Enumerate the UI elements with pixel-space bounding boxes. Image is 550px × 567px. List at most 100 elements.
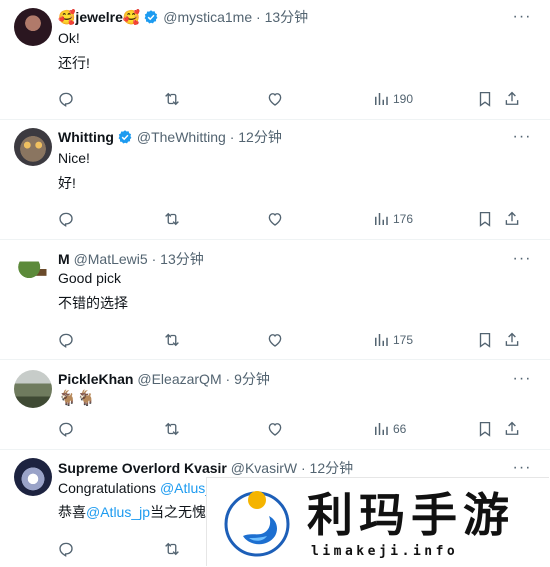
watermark-logo-icon: [224, 491, 290, 557]
bookmark-button[interactable]: [476, 209, 494, 229]
bookmark-button[interactable]: [476, 330, 494, 350]
tweet-text-line: Good pick: [58, 270, 122, 286]
display-name[interactable]: M: [58, 251, 70, 267]
tweet-text-line: Congratulations @Atlus_: [58, 479, 213, 497]
reply-button[interactable]: [57, 539, 75, 559]
handle[interactable]: @TheWhitting: [137, 129, 226, 145]
more-options-icon[interactable]: ···: [512, 129, 532, 150]
share-icon: [503, 331, 521, 349]
display-name[interactable]: Supreme Overlord Kvasir: [58, 460, 227, 476]
separator: ·: [229, 129, 235, 145]
tweet-text-line: 恭喜@Atlus_jp当之无愧: [58, 503, 206, 521]
share-button[interactable]: [503, 419, 521, 439]
tweet-actions: 190: [0, 89, 550, 109]
more-options-icon[interactable]: ···: [512, 251, 532, 272]
share-icon: [503, 210, 521, 228]
share-icon: [503, 90, 521, 108]
separator: ·: [151, 251, 157, 267]
watermark-banner: 利玛手游 limakeji.info: [207, 478, 550, 567]
bookmark-icon: [476, 90, 494, 108]
reply-button[interactable]: [57, 89, 75, 109]
like-button[interactable]: [266, 330, 284, 350]
avatar[interactable]: [14, 370, 52, 408]
handle[interactable]: @KvasirW: [231, 460, 297, 476]
tweet-text-line: 不错的选择: [58, 295, 128, 311]
like-icon: [266, 420, 284, 438]
handle[interactable]: @EleazarQM: [137, 371, 221, 387]
more-options-icon[interactable]: ···: [512, 371, 532, 392]
retweet-button[interactable]: [163, 539, 181, 559]
tweet-actions: 175: [0, 330, 550, 350]
separator: ·: [225, 371, 231, 387]
share-button[interactable]: [503, 209, 521, 229]
reply-icon: [57, 540, 75, 558]
share-button[interactable]: [503, 330, 521, 350]
text-segment: 恭喜: [58, 504, 86, 520]
more-options-icon[interactable]: ···: [512, 9, 532, 30]
like-button[interactable]: [266, 89, 284, 109]
bookmark-button[interactable]: [476, 89, 494, 109]
timestamp[interactable]: 12分钟: [238, 129, 282, 145]
retweet-button[interactable]: [163, 330, 181, 350]
views-button[interactable]: 176: [372, 209, 413, 229]
share-button[interactable]: [503, 89, 521, 109]
separator: ·: [300, 460, 306, 476]
retweet-icon: [163, 331, 181, 349]
tweet-actions: 176: [0, 209, 550, 229]
timestamp[interactable]: 12分钟: [310, 460, 354, 476]
timestamp[interactable]: 13分钟: [160, 251, 204, 267]
views-button[interactable]: 190: [372, 89, 413, 109]
views-count: 176: [393, 212, 414, 226]
views-count: 175: [393, 333, 414, 347]
views-button[interactable]: 175: [372, 330, 413, 350]
bookmark-button[interactable]: [476, 419, 494, 439]
display-name[interactable]: Whitting: [58, 129, 114, 145]
timestamp[interactable]: 9分钟: [234, 371, 270, 387]
reply-button[interactable]: [57, 419, 75, 439]
handle[interactable]: @MatLewi5: [74, 251, 148, 267]
views-button[interactable]: 66: [372, 419, 406, 439]
tweet-text-line: 还行!: [58, 55, 90, 71]
tweet-text-line: 好!: [58, 175, 76, 191]
display-name[interactable]: 🥰jewelre🥰: [58, 9, 140, 25]
text-segment: 当之无愧: [150, 504, 207, 520]
retweet-icon: [163, 420, 181, 438]
bookmark-icon: [476, 331, 494, 349]
tweet-text-line: Ok!: [58, 30, 80, 46]
reply-button[interactable]: [57, 209, 75, 229]
like-icon: [266, 331, 284, 349]
tweet[interactable]: Whitting @TheWhitting · 12分钟 ··· Nice! 好…: [0, 120, 550, 240]
verified-badge-icon: [117, 129, 133, 145]
retweet-button[interactable]: [163, 419, 181, 439]
reply-button[interactable]: [57, 330, 75, 350]
timestamp[interactable]: 13分钟: [265, 9, 309, 25]
tweet[interactable]: M @MatLewi5 · 13分钟 ··· Good pick 不错的选择 1…: [0, 240, 550, 360]
retweet-icon: [163, 540, 181, 558]
reply-icon: [57, 331, 75, 349]
watermark-url: limakeji.info: [311, 544, 459, 559]
retweet-icon: [163, 90, 181, 108]
tweet[interactable]: 🥰jewelre🥰 @mystica1me · 13分钟 ··· Ok! 还行!…: [0, 0, 550, 120]
mention-link[interactable]: @Atlus_: [160, 480, 213, 496]
retweet-button[interactable]: [163, 209, 181, 229]
tweet-text-line: 🐐🐐: [58, 390, 96, 407]
display-name[interactable]: PickleKhan: [58, 371, 133, 387]
handle[interactable]: @mystica1me: [163, 9, 252, 25]
reply-icon: [57, 420, 75, 438]
reply-icon: [57, 210, 75, 228]
avatar[interactable]: [14, 8, 52, 46]
bookmark-icon: [476, 420, 494, 438]
views-icon: [372, 90, 390, 108]
views-icon: [372, 420, 390, 438]
tweet[interactable]: PickleKhan @EleazarQM · 9分钟 ··· 🐐🐐 66: [0, 360, 550, 450]
verified-badge-icon: [143, 9, 159, 25]
avatar[interactable]: [14, 250, 52, 288]
like-icon: [266, 210, 284, 228]
views-icon: [372, 331, 390, 349]
retweet-button[interactable]: [163, 89, 181, 109]
avatar[interactable]: [14, 458, 52, 496]
mention-link[interactable]: @Atlus_jp: [86, 504, 150, 520]
like-button[interactable]: [266, 419, 284, 439]
avatar[interactable]: [14, 128, 52, 166]
like-button[interactable]: [266, 209, 284, 229]
